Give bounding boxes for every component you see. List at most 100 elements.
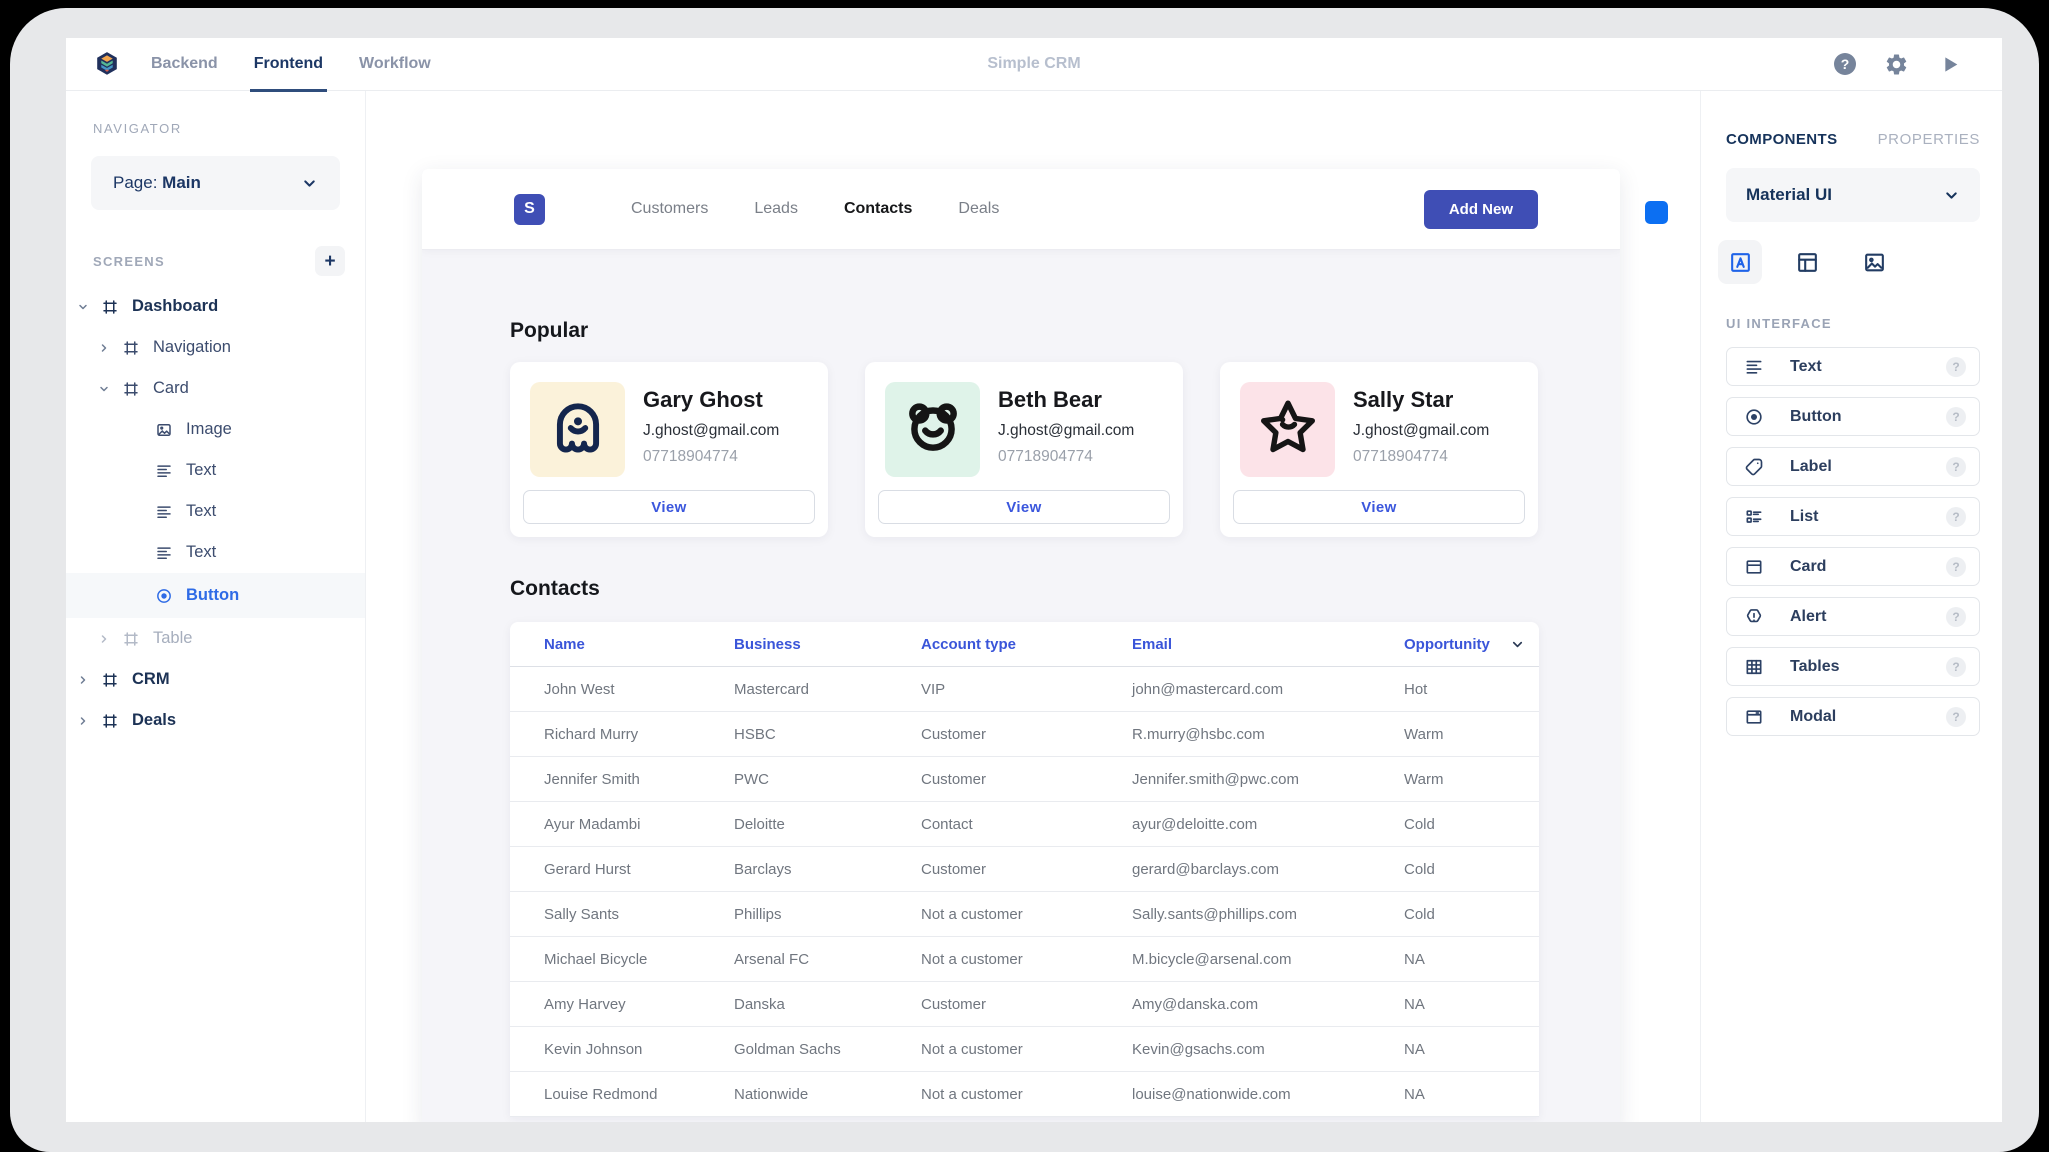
page-value: Main bbox=[162, 173, 201, 192]
layer-tree: Dashboard Navigation Card Image Text Text Text… bbox=[66, 286, 365, 741]
tree-item-text[interactable]: Text bbox=[66, 450, 365, 491]
design-canvas[interactable]: S Customers Leads Contacts Deals Add New Po… bbox=[366, 91, 1700, 1122]
table-row[interactable]: Richard Murry HSBC Customer R.murry@hsbc.co… bbox=[510, 712, 1539, 757]
add-screen-button[interactable]: + bbox=[315, 246, 345, 276]
text-category-icon[interactable] bbox=[1718, 240, 1762, 284]
help-circle-icon[interactable]: ? bbox=[1946, 506, 1966, 527]
tree-item-image[interactable]: Image bbox=[66, 409, 365, 450]
column-header-opportunity[interactable]: Opportunity bbox=[1404, 636, 1539, 653]
table-row[interactable]: Michael Bicycle Arsenal FC Not a customer M… bbox=[510, 937, 1539, 982]
alert-icon bbox=[1744, 607, 1764, 627]
component-item-text[interactable]: Text? bbox=[1726, 347, 1980, 386]
cell-opportunity: Hot bbox=[1404, 680, 1428, 698]
tree-item-dashboard[interactable]: Dashboard bbox=[66, 286, 365, 327]
column-header-email[interactable]: Email bbox=[1132, 636, 1404, 653]
tree-item-text[interactable]: Text bbox=[66, 491, 365, 532]
table-header-row: Name Business Account type Email Opportunity bbox=[510, 622, 1539, 667]
column-header-business[interactable]: Business bbox=[734, 636, 921, 653]
component-item-modal[interactable]: Modal? bbox=[1726, 697, 1980, 736]
crm-tab-customers[interactable]: Customers bbox=[631, 200, 708, 218]
mode-tab-workflow[interactable]: Workflow bbox=[359, 38, 431, 91]
frame-icon bbox=[101, 671, 119, 689]
table-row[interactable]: Louise Redmond Nationwide Not a customer lo… bbox=[510, 1072, 1539, 1117]
image-category-icon[interactable] bbox=[1852, 240, 1896, 284]
panel-tab-properties[interactable]: PROPERTIES bbox=[1878, 131, 1980, 148]
help-circle-icon[interactable]: ? bbox=[1946, 556, 1966, 577]
frame-icon bbox=[122, 380, 140, 398]
mode-tab-backend[interactable]: Backend bbox=[151, 38, 218, 91]
cell-opportunity: Warm bbox=[1404, 770, 1444, 788]
mode-tab-frontend[interactable]: Frontend bbox=[249, 38, 328, 92]
view-button[interactable]: View bbox=[1233, 490, 1525, 524]
crm-tab-deals[interactable]: Deals bbox=[958, 200, 999, 218]
layout-category-icon[interactable] bbox=[1785, 240, 1829, 284]
tree-item-label: CRM bbox=[132, 670, 170, 688]
component-item-list[interactable]: List? bbox=[1726, 497, 1980, 536]
button-icon bbox=[155, 587, 173, 605]
tree-item-crm[interactable]: CRM bbox=[66, 659, 365, 700]
component-item-label: Tables bbox=[1790, 657, 1840, 675]
contact-email: J.ghost@gmail.com bbox=[643, 422, 780, 439]
component-list: Text? Button? Label? List? Card? Alert? Tables… bbox=[1726, 347, 1980, 736]
help-circle-icon[interactable]: ? bbox=[1946, 656, 1966, 677]
panel-tab-components[interactable]: COMPONENTS bbox=[1726, 131, 1838, 148]
help-circle-icon[interactable]: ? bbox=[1946, 356, 1966, 377]
crm-tabs: Customers Leads Contacts Deals bbox=[631, 200, 999, 218]
help-circle-icon[interactable]: ? bbox=[1946, 706, 1966, 727]
add-new-button[interactable]: Add New bbox=[1423, 189, 1538, 229]
table-row[interactable]: Amy Harvey Danska Customer Amy@danska.com NA bbox=[510, 982, 1539, 1027]
table-row[interactable]: Ayur Madambi Deloitte Contact ayur@deloitte… bbox=[510, 802, 1539, 847]
text-icon bbox=[155, 462, 173, 480]
cell-opportunity: NA bbox=[1404, 995, 1425, 1013]
tree-item-button[interactable]: Button bbox=[66, 573, 365, 618]
tree-item-text[interactable]: Text bbox=[66, 532, 365, 573]
help-circle-icon[interactable]: ? bbox=[1946, 406, 1966, 427]
crm-tab-leads[interactable]: Leads bbox=[754, 200, 798, 218]
page-selector[interactable]: Page: Main bbox=[91, 156, 340, 210]
settings-icon[interactable] bbox=[1884, 52, 1909, 77]
cell-account-type: Customer bbox=[921, 995, 987, 1013]
cell-business: Danska bbox=[734, 995, 785, 1013]
contact-phone: 07718904774 bbox=[643, 448, 738, 465]
component-item-tables[interactable]: Tables? bbox=[1726, 647, 1980, 686]
cell-account-type: Customer bbox=[921, 860, 987, 878]
component-item-button[interactable]: Button? bbox=[1726, 397, 1980, 436]
app-logo-icon[interactable] bbox=[93, 50, 121, 78]
cell-business: Deloitte bbox=[734, 815, 785, 833]
topbar-icons: ? bbox=[1834, 52, 1962, 77]
column-header-account-type[interactable]: Account type bbox=[921, 636, 1132, 653]
tree-item-card[interactable]: Card bbox=[66, 368, 365, 409]
tree-item-table[interactable]: Table bbox=[66, 618, 365, 659]
help-icon[interactable]: ? bbox=[1834, 53, 1856, 75]
help-circle-icon[interactable]: ? bbox=[1946, 606, 1966, 627]
table-row[interactable]: Sally Sants Phillips Not a customer Sally.s… bbox=[510, 892, 1539, 937]
table-row[interactable]: Gerard Hurst Barclays Customer gerard@barcl… bbox=[510, 847, 1539, 892]
card-icon bbox=[1744, 557, 1764, 577]
component-item-alert[interactable]: Alert? bbox=[1726, 597, 1980, 636]
component-item-label[interactable]: Label? bbox=[1726, 447, 1980, 486]
table-row[interactable]: John West Mastercard VIP john@mastercard.co… bbox=[510, 667, 1539, 712]
selection-handle[interactable] bbox=[1645, 201, 1668, 224]
component-item-label: Label bbox=[1790, 457, 1832, 475]
cell-name: Louise Redmond bbox=[544, 1085, 658, 1103]
library-selector[interactable]: Material UI bbox=[1726, 168, 1980, 222]
help-circle-icon[interactable]: ? bbox=[1946, 456, 1966, 477]
table-row[interactable]: Jennifer Smith PWC Customer Jennifer.smith@… bbox=[510, 757, 1539, 802]
column-header-label: Name bbox=[544, 635, 585, 653]
view-button[interactable]: View bbox=[523, 490, 815, 524]
crm-tab-contacts[interactable]: Contacts bbox=[844, 200, 912, 218]
contact-card-info: Gary Ghost J.ghost@gmail.com 07718904774 bbox=[643, 387, 779, 466]
column-header-name[interactable]: Name bbox=[544, 636, 734, 653]
component-item-label: List bbox=[1790, 507, 1819, 525]
component-item-card[interactable]: Card? bbox=[1726, 547, 1980, 586]
tree-item-navigation[interactable]: Navigation bbox=[66, 327, 365, 368]
tree-item-deals[interactable]: Deals bbox=[66, 700, 365, 741]
view-button[interactable]: View bbox=[878, 490, 1170, 524]
cell-business: Phillips bbox=[734, 905, 782, 923]
table-row[interactable]: Kevin Johnson Goldman Sachs Not a customer… bbox=[510, 1027, 1539, 1072]
top-bar: Backend Frontend Workflow Simple CRM ? bbox=[66, 38, 2002, 92]
run-icon[interactable] bbox=[1937, 52, 1962, 77]
component-item-label: Modal bbox=[1790, 707, 1837, 725]
tree-item-label: Button bbox=[186, 586, 240, 604]
crm-logo[interactable]: S bbox=[514, 193, 545, 225]
